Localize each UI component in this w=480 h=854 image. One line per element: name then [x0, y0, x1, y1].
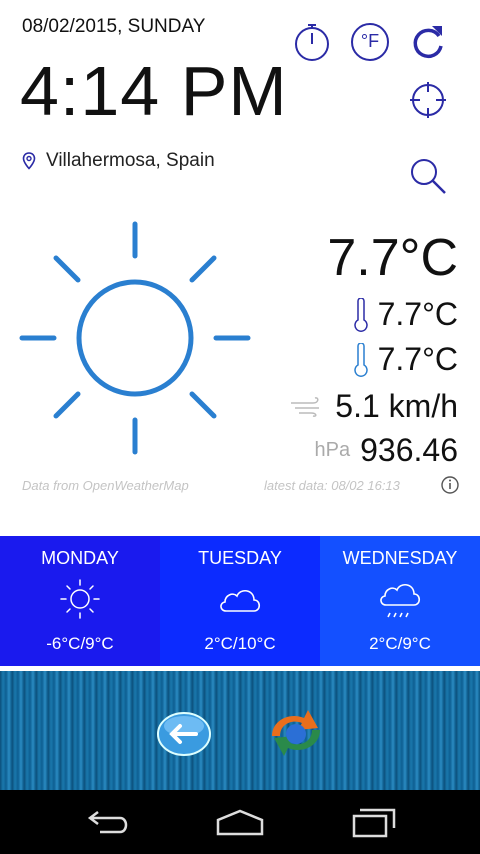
pressure-value: 936.46: [360, 432, 458, 468]
forecast-day-name: MONDAY: [41, 548, 119, 568]
location: Villahermosa, Spain: [22, 150, 215, 172]
back-arrow-app-icon[interactable]: [156, 710, 212, 758]
pressure-row: hPa 936.46: [315, 432, 458, 469]
data-source-note: Data from OpenWeatherMap: [22, 478, 189, 493]
refresh-icon[interactable]: [408, 22, 448, 62]
forecast-day-tuesday[interactable]: TUESDAY 2°C/10°C: [160, 536, 320, 666]
nav-recents-icon[interactable]: [350, 806, 398, 838]
locate-icon[interactable]: [408, 80, 448, 120]
location-label: Villahermosa, Spain: [46, 150, 215, 171]
date-label: 08/02/2015, SUNDAY: [22, 16, 206, 37]
launcher-bar: [0, 671, 480, 790]
sun-icon: [19, 221, 251, 455]
forecast-day-name: WEDNESDAY: [342, 548, 458, 568]
fahrenheit-toggle[interactable]: °F: [350, 22, 390, 62]
forecast-day-wednesday[interactable]: WEDNESDAY 2°C/9°C: [320, 536, 480, 666]
forecast-temps: 2°C/9°C: [369, 634, 431, 653]
location-pin-icon: [22, 152, 36, 170]
forecast-strip: MONDAY -6°C/9°C TUESDAY 2°C/10°C WEDNESD…: [0, 536, 480, 666]
sync-app-icon[interactable]: [266, 706, 326, 758]
wind-icon: [291, 396, 320, 417]
search-icon[interactable]: [408, 156, 448, 196]
forecast-day-name: TUESDAY: [198, 548, 282, 568]
cloud-icon: [220, 590, 261, 612]
temp-min-value: 7.7°C: [377, 341, 458, 377]
timer-icon[interactable]: [292, 22, 332, 62]
sun-icon: [60, 579, 100, 619]
rain-cloud-icon: [380, 584, 421, 618]
forecast-temps: 2°C/10°C: [204, 634, 276, 653]
wind-row: 5.1 km/h: [289, 388, 458, 425]
temp-min-row: 7.7°C: [353, 341, 458, 378]
current-temperature: 7.7°C: [327, 229, 458, 287]
nav-back-icon[interactable]: [82, 808, 132, 838]
temp-max-row: 7.7°C: [353, 296, 458, 333]
fahrenheit-label: °F: [360, 31, 380, 51]
latest-data-note: latest data: 08/02 16:13: [264, 478, 400, 493]
forecast-day-monday[interactable]: MONDAY -6°C/9°C: [0, 536, 160, 666]
nav-home-icon[interactable]: [214, 808, 266, 838]
temp-max-value: 7.7°C: [377, 296, 458, 332]
wind-value: 5.1 km/h: [335, 388, 458, 424]
forecast-temps: -6°C/9°C: [46, 634, 114, 653]
time-display: 4:14 PM: [20, 52, 288, 130]
thermometer-icon: [353, 342, 368, 377]
thermometer-icon: [353, 297, 368, 332]
pressure-unit-label: hPa: [314, 439, 351, 461]
info-icon[interactable]: [440, 475, 460, 495]
